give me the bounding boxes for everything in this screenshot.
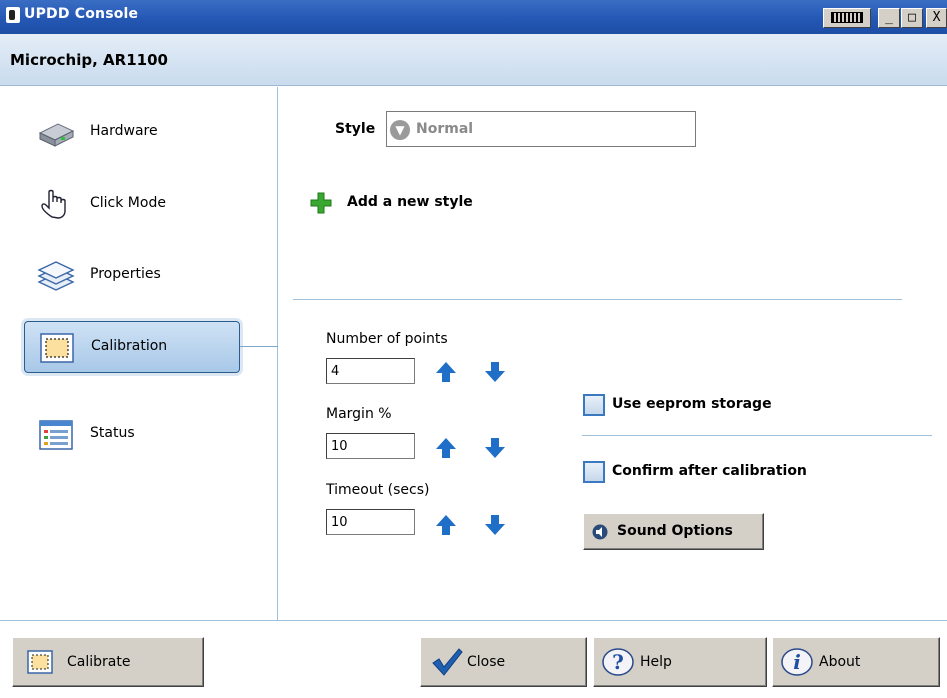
timeout-label: Timeout (secs) bbox=[326, 482, 430, 498]
sidebar-item-label: Hardware bbox=[90, 123, 158, 139]
close-window-button[interactable]: X bbox=[926, 8, 947, 28]
window-titlebar: UPDD Console _ □ X bbox=[0, 0, 947, 34]
info-icon: i bbox=[781, 648, 813, 676]
sidebar: Hardware Click Mode Properties Calibrati… bbox=[0, 87, 278, 620]
sound-options-button[interactable]: Sound Options bbox=[583, 513, 764, 550]
sidebar-item-label: Click Mode bbox=[90, 195, 166, 211]
hand-pointer-icon bbox=[41, 189, 66, 219]
help-label: Help bbox=[640, 654, 672, 670]
sidebar-item-calibration[interactable]: Calibration bbox=[24, 321, 240, 373]
calibration-icon bbox=[27, 650, 53, 674]
style-select[interactable]: ▼ Normal bbox=[386, 111, 696, 147]
status-list-icon bbox=[39, 420, 73, 450]
maximize-button[interactable]: □ bbox=[901, 8, 923, 28]
style-value: Normal bbox=[416, 121, 474, 137]
hardware-icon bbox=[38, 123, 75, 147]
minimize-button[interactable]: _ bbox=[878, 8, 900, 28]
speaker-icon bbox=[592, 524, 608, 540]
app-icon bbox=[6, 7, 20, 23]
sound-options-label: Sound Options bbox=[617, 523, 733, 539]
sidebar-item-label: Status bbox=[90, 425, 135, 441]
footer-divider bbox=[0, 620, 947, 621]
arrow-down-icon[interactable] bbox=[483, 513, 507, 537]
sidebar-divider bbox=[277, 87, 278, 620]
dropdown-arrow-icon: ▼ bbox=[390, 120, 410, 140]
style-label: Style bbox=[335, 121, 376, 137]
close-button[interactable]: Close bbox=[420, 637, 587, 687]
selection-connector bbox=[240, 346, 278, 347]
close-label: Close bbox=[467, 654, 506, 670]
sidebar-item-status[interactable]: Status bbox=[24, 409, 240, 461]
about-button[interactable]: i About bbox=[772, 637, 940, 687]
sidebar-item-label: Properties bbox=[90, 266, 161, 282]
points-label: Number of points bbox=[326, 331, 448, 347]
divider bbox=[582, 435, 932, 436]
arrow-up-icon[interactable] bbox=[434, 513, 458, 537]
keyboard-button[interactable] bbox=[823, 8, 871, 28]
keyboard-icon bbox=[831, 12, 863, 23]
sidebar-item-properties[interactable]: Properties bbox=[24, 250, 240, 302]
confirm-label: Confirm after calibration bbox=[612, 463, 807, 479]
about-label: About bbox=[819, 654, 861, 670]
timeout-input[interactable] bbox=[326, 509, 415, 535]
sidebar-item-label: Calibration bbox=[91, 338, 168, 354]
sidebar-item-hardware[interactable]: Hardware bbox=[24, 107, 240, 159]
window-title: UPDD Console bbox=[24, 6, 139, 22]
margin-input[interactable] bbox=[326, 433, 415, 459]
add-style-label: Add a new style bbox=[347, 194, 473, 210]
sidebar-item-click-mode[interactable]: Click Mode bbox=[24, 179, 240, 231]
confirm-checkbox[interactable] bbox=[583, 461, 605, 483]
calibrate-button[interactable]: Calibrate bbox=[12, 637, 204, 687]
margin-label: Margin % bbox=[326, 406, 392, 422]
calibrate-label: Calibrate bbox=[67, 654, 131, 670]
help-icon: ? bbox=[602, 648, 634, 676]
plus-icon bbox=[310, 192, 332, 214]
device-header: Microchip, AR1100 bbox=[0, 34, 947, 86]
svg-text:?: ? bbox=[612, 650, 624, 674]
points-input[interactable] bbox=[326, 358, 415, 384]
svg-text:i: i bbox=[793, 650, 801, 674]
eeprom-label: Use eeprom storage bbox=[612, 396, 772, 412]
checkmark-icon bbox=[432, 648, 463, 676]
layers-icon bbox=[37, 261, 75, 291]
arrow-down-icon[interactable] bbox=[483, 360, 507, 384]
calibration-icon bbox=[40, 333, 74, 363]
device-name: Microchip, AR1100 bbox=[10, 51, 168, 69]
eeprom-checkbox[interactable] bbox=[583, 394, 605, 416]
arrow-down-icon[interactable] bbox=[483, 436, 507, 460]
arrow-up-icon[interactable] bbox=[434, 360, 458, 384]
arrow-up-icon[interactable] bbox=[434, 436, 458, 460]
help-button[interactable]: ? Help bbox=[593, 637, 767, 687]
divider bbox=[293, 299, 902, 300]
